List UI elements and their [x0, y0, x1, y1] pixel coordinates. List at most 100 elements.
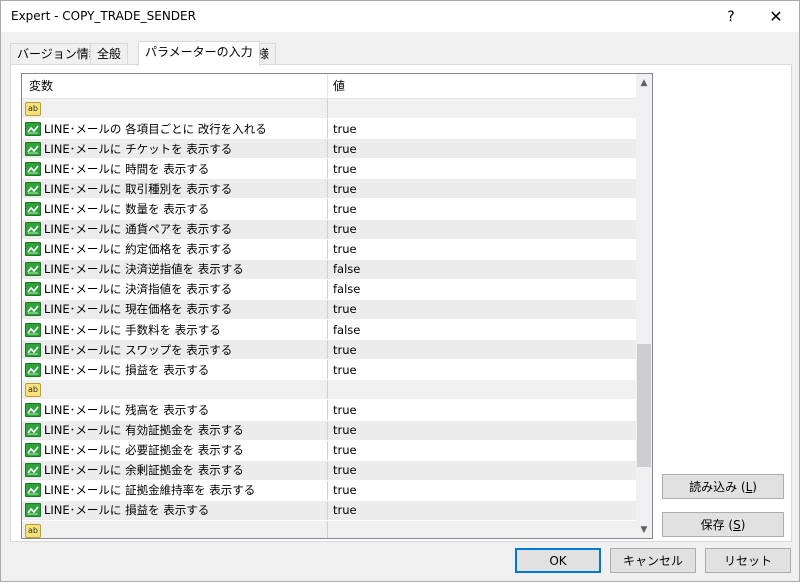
- variable-cell: LINE･メールに スワップを 表示する: [22, 340, 328, 360]
- variable-label: LINE･メールに 必要証拠金を 表示する: [44, 443, 244, 458]
- value-cell[interactable]: true: [328, 400, 636, 419]
- variable-label: LINE･メールの 各項目ごとに 改行を入れる: [44, 121, 267, 136]
- variable-cell: LINE･メールに 必要証拠金を 表示する: [22, 440, 328, 460]
- scroll-down-icon[interactable]: ▼: [636, 521, 652, 538]
- variable-cell: LINE･メールに 時間を 表示する: [22, 159, 328, 179]
- tab-label: 全般: [97, 47, 122, 61]
- value-cell[interactable]: true: [328, 159, 636, 178]
- load-button[interactable]: 読み込み (L): [662, 474, 784, 499]
- parameter-row[interactable]: LINE･メールに 時間を 表示する true: [22, 159, 636, 180]
- group-row[interactable]: ab: [22, 380, 636, 401]
- variable-label: LINE･メールに 通貨ペアを 表示する: [44, 222, 233, 237]
- close-icon: ✕: [769, 7, 783, 26]
- variable-label: LINE･メールに 時間を 表示する: [44, 161, 210, 176]
- variable-label: LINE･メールに 取引種別を 表示する: [44, 181, 233, 196]
- value-cell[interactable]: true: [328, 421, 636, 440]
- variable-cell: ab: [22, 520, 328, 538]
- variable-cell: LINE･メールに 決済逆指値を 表示する: [22, 259, 328, 279]
- value-cell[interactable]: [328, 521, 636, 538]
- parameter-row[interactable]: LINE･メールに 約定価格を 表示する true: [22, 239, 636, 260]
- parameter-row[interactable]: LINE･メールに 手数料を 表示する false: [22, 320, 636, 341]
- parameter-row[interactable]: LINE･メールに 証拠金維持率を 表示する true: [22, 480, 636, 501]
- parameter-row[interactable]: LINE･メールの 各項目ごとに 改行を入れる true: [22, 119, 636, 140]
- parameter-row[interactable]: LINE･メールに 決済逆指値を 表示する false: [22, 259, 636, 280]
- parameter-row[interactable]: LINE･メールに 通貨ペアを 表示する true: [22, 219, 636, 240]
- group-row[interactable]: ab: [22, 99, 636, 120]
- parameter-row[interactable]: LINE･メールに スワップを 表示する true: [22, 340, 636, 361]
- variable-cell: LINE･メールに 取引種別を 表示する: [22, 179, 328, 199]
- variable-cell: LINE･メールに 約定価格を 表示する: [22, 239, 328, 259]
- value-cell[interactable]: true: [328, 300, 636, 319]
- help-button[interactable]: ?: [708, 1, 754, 32]
- ok-button[interactable]: OK: [515, 548, 601, 573]
- parameter-row[interactable]: LINE･メールに 必要証拠金を 表示する true: [22, 440, 636, 461]
- value-cell[interactable]: false: [328, 320, 636, 339]
- value-cell[interactable]: false: [328, 260, 636, 279]
- tab-parameters[interactable]: パラメーターの入力: [138, 41, 260, 66]
- expert-dialog: Expert - COPY_TRADE_SENDER ? ✕ バージョン情報 全…: [0, 0, 800, 582]
- ab-icon: ab: [25, 523, 41, 538]
- scroll-thumb[interactable]: [637, 344, 651, 467]
- variable-label: LINE･メールに 決済逆指値を 表示する: [44, 262, 244, 277]
- close-button[interactable]: ✕: [753, 1, 799, 32]
- value-cell[interactable]: true: [328, 441, 636, 460]
- parameter-row[interactable]: LINE･メールに 損益を 表示する true: [22, 360, 636, 381]
- value-cell[interactable]: true: [328, 119, 636, 138]
- value-cell[interactable]: [328, 99, 636, 118]
- parameter-row[interactable]: LINE･メールに 現在価格を 表示する true: [22, 299, 636, 321]
- value-cell[interactable]: true: [328, 139, 636, 158]
- value-cell[interactable]: true: [328, 220, 636, 239]
- column-header-value[interactable]: 値: [328, 74, 636, 99]
- variable-cell: LINE･メールに チケットを 表示する: [22, 139, 328, 159]
- value-cell[interactable]: true: [328, 240, 636, 259]
- parameter-row[interactable]: LINE･メールに 損益を 表示する true: [22, 500, 636, 521]
- cancel-button[interactable]: キャンセル: [610, 548, 696, 573]
- tab-label: パラメーターの入力: [145, 45, 253, 59]
- scroll-up-icon[interactable]: ▲: [636, 74, 652, 91]
- parameter-row[interactable]: LINE･メールに チケットを 表示する true: [22, 139, 636, 160]
- bool-icon: [25, 181, 41, 196]
- parameter-row[interactable]: LINE･メールに 有効証拠金を 表示する true: [22, 420, 636, 441]
- bool-icon: [25, 503, 41, 518]
- save-button[interactable]: 保存 (S): [662, 512, 784, 537]
- grid-rows: ab LINE･メールの 各項目ごとに 改行を入れる true LINE･メールに チ…: [22, 99, 636, 538]
- value-cell[interactable]: true: [328, 360, 636, 379]
- vertical-scrollbar[interactable]: ▲ ▼: [636, 74, 652, 538]
- value-cell[interactable]: false: [328, 280, 636, 299]
- value-cell[interactable]: [328, 380, 636, 399]
- parameter-row[interactable]: LINE･メールに 取引種別を 表示する true: [22, 179, 636, 200]
- group-row[interactable]: ab: [22, 520, 636, 538]
- variable-label: LINE･メールに 有効証拠金を 表示する: [44, 423, 244, 438]
- parameter-row[interactable]: LINE･メールに 残高を 表示する true: [22, 400, 636, 421]
- variable-label: LINE･メールに 証拠金維持率を 表示する: [44, 483, 256, 498]
- save-label-close: ): [740, 517, 746, 532]
- value-cell[interactable]: true: [328, 199, 636, 218]
- tab-general[interactable]: 全般: [90, 43, 129, 65]
- variable-cell: LINE･メールに 決済指値を 表示する: [22, 279, 328, 299]
- value-cell[interactable]: true: [328, 340, 636, 359]
- parameter-row[interactable]: LINE･メールに 数量を 表示する true: [22, 199, 636, 220]
- variable-label: LINE･メールに 損益を 表示する: [44, 503, 210, 518]
- value-cell[interactable]: true: [328, 481, 636, 500]
- variable-cell: ab: [22, 99, 328, 119]
- bool-icon: [25, 202, 41, 217]
- reset-button[interactable]: リセット: [705, 548, 791, 573]
- variable-cell: LINE･メールに 余剰証拠金を 表示する: [22, 460, 328, 480]
- parameter-row[interactable]: LINE･メールに 決済指値を 表示する false: [22, 279, 636, 300]
- bool-icon: [25, 262, 41, 277]
- value-cell[interactable]: true: [328, 461, 636, 480]
- bool-icon: [25, 342, 41, 357]
- parameter-row[interactable]: LINE･メールに 余剰証拠金を 表示する true: [22, 460, 636, 481]
- save-accel-key: S: [733, 517, 741, 532]
- save-label: 保存 (: [700, 518, 734, 532]
- value-cell[interactable]: true: [328, 179, 636, 198]
- value-cell[interactable]: true: [328, 501, 636, 520]
- variable-cell: LINE･メールに 現在価格を 表示する: [22, 299, 328, 320]
- bool-icon: [25, 402, 41, 417]
- bool-icon: [25, 463, 41, 478]
- variable-label: LINE･メールに チケットを 表示する: [44, 141, 233, 156]
- bool-icon: [25, 161, 41, 176]
- variable-label: LINE･メールに スワップを 表示する: [44, 342, 233, 357]
- column-header-variable[interactable]: 変数: [22, 74, 328, 99]
- bool-icon: [25, 302, 41, 317]
